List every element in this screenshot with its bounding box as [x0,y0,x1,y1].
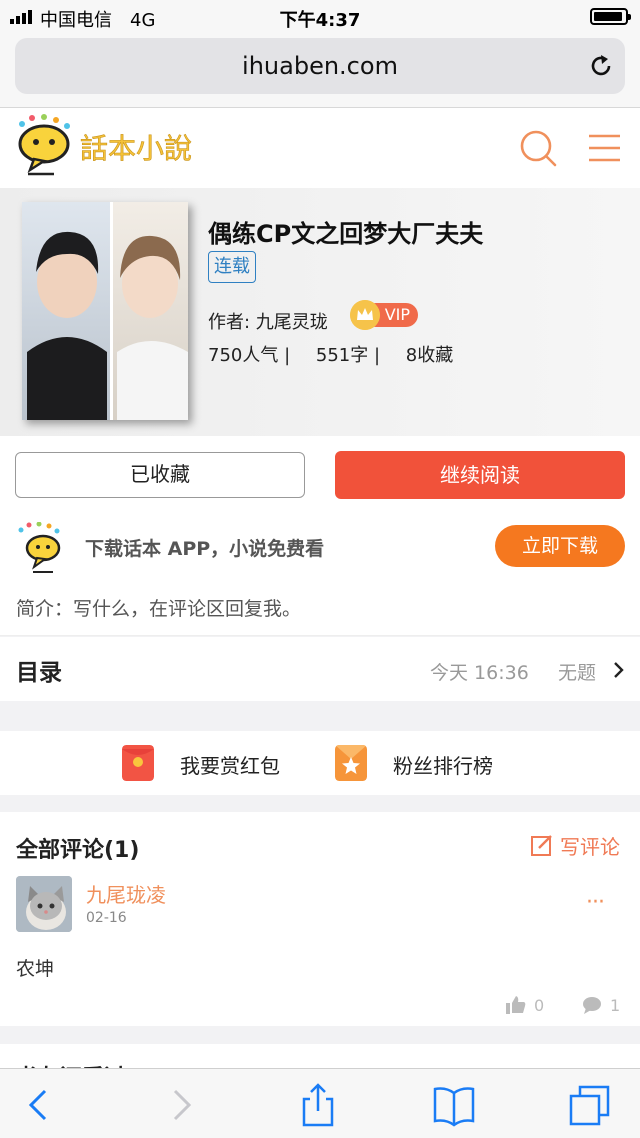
status-bar: 中国电信 4G 下午4:37 [0,0,640,34]
fan-rank-button[interactable]: 粉丝排行榜 [335,745,515,781]
avatar[interactable] [16,876,72,932]
action-bar: 已收藏 继续阅读 [0,436,640,514]
reply-count: 1 [610,996,621,1015]
word-count: 551字 | [315,345,381,366]
menu-icon[interactable] [586,128,626,168]
book-intro: 简介：写什么，在评论区回复我。 [16,598,302,620]
write-comment-label: 写评论 [560,835,620,859]
search-icon[interactable] [518,128,558,168]
red-packet-icon [122,745,154,781]
thumb-up-icon [506,996,526,1014]
red-packet-label: 我要赏红包 [180,754,280,778]
browser-toolbar: ihuaben.com [0,34,640,108]
comments-title: 全部评论(1) [16,838,140,863]
more-options-button[interactable]: ··· [586,890,605,915]
author-name[interactable]: 作者: 九尾灵珑 [208,308,328,334]
continue-reading-button[interactable]: 继续阅读 [335,451,625,499]
toc-label: 目录 [16,660,62,686]
vip-badge: VIP [350,300,418,330]
comment-date: 02-16 [86,910,127,926]
url-text[interactable]: ihuaben.com [15,52,625,80]
book-title: 偶练CP文之回梦大厂夫夫 [208,220,484,248]
edit-icon [531,835,552,856]
logo-text: 話本小說 [80,132,192,165]
popularity-count: 750人气 | [208,345,291,366]
clock: 下午4:37 [279,10,361,31]
chevron-right-icon [614,662,624,678]
comment-text: 农坤 [16,958,55,980]
app-logo-icon [18,522,61,573]
red-packet-button[interactable]: 我要赏红包 [122,745,302,781]
crown-icon [350,300,380,330]
latest-chapter: 无题 [558,662,597,684]
rank-icon [335,745,367,781]
reward-row: 我要赏红包 粉丝排行榜 [0,731,640,795]
browser-bottom-toolbar [0,1068,640,1138]
favorited-button[interactable]: 已收藏 [15,452,305,498]
book-info: 偶练CP文之回梦大厂夫夫 连载 作者: 九尾灵珑 VIP 750人气 | 551… [0,188,640,436]
logo-icon[interactable]: 話本小說 [14,114,214,180]
address-bar[interactable]: ihuaben.com [15,38,625,94]
comment-username[interactable]: 九尾珑凌 [86,879,166,908]
share-icon[interactable] [296,1083,340,1127]
book-cover[interactable] [22,202,188,420]
app-promo: 下载话本 APP，小说免费看 立即下载 简介：写什么，在评论区回复我。 [0,514,640,636]
download-app-button[interactable]: 立即下载 [495,525,625,567]
app-promo-text: 下载话本 APP，小说免费看 [85,538,325,560]
book-stats: 750人气 | 551字 | 8收藏 [208,341,473,367]
fan-rank-label: 粉丝排行榜 [393,754,493,778]
table-of-contents-row[interactable]: 目录 今天 16:36 无题 [0,637,640,701]
toc-updated-time: 今天 16:36 [430,662,529,684]
comments-section: 全部评论(1) 写评论 九尾珑凌 02-16 ··· 农坤 0 1 [0,812,640,1026]
comment-icon [583,997,601,1014]
tabs-icon[interactable] [568,1083,612,1127]
battery-icon [590,8,631,25]
reply-button[interactable]: 1 [582,996,620,1015]
reload-icon[interactable] [587,52,615,80]
favorite-count: 8收藏 [405,345,454,366]
like-count: 0 [534,996,545,1015]
status-badge: 连载 [208,251,256,283]
bookmarks-icon[interactable] [432,1083,476,1127]
site-header: 話本小說 [0,108,640,188]
like-button[interactable]: 0 [506,996,544,1015]
back-icon[interactable] [18,1083,62,1127]
forward-icon[interactable] [158,1083,202,1127]
